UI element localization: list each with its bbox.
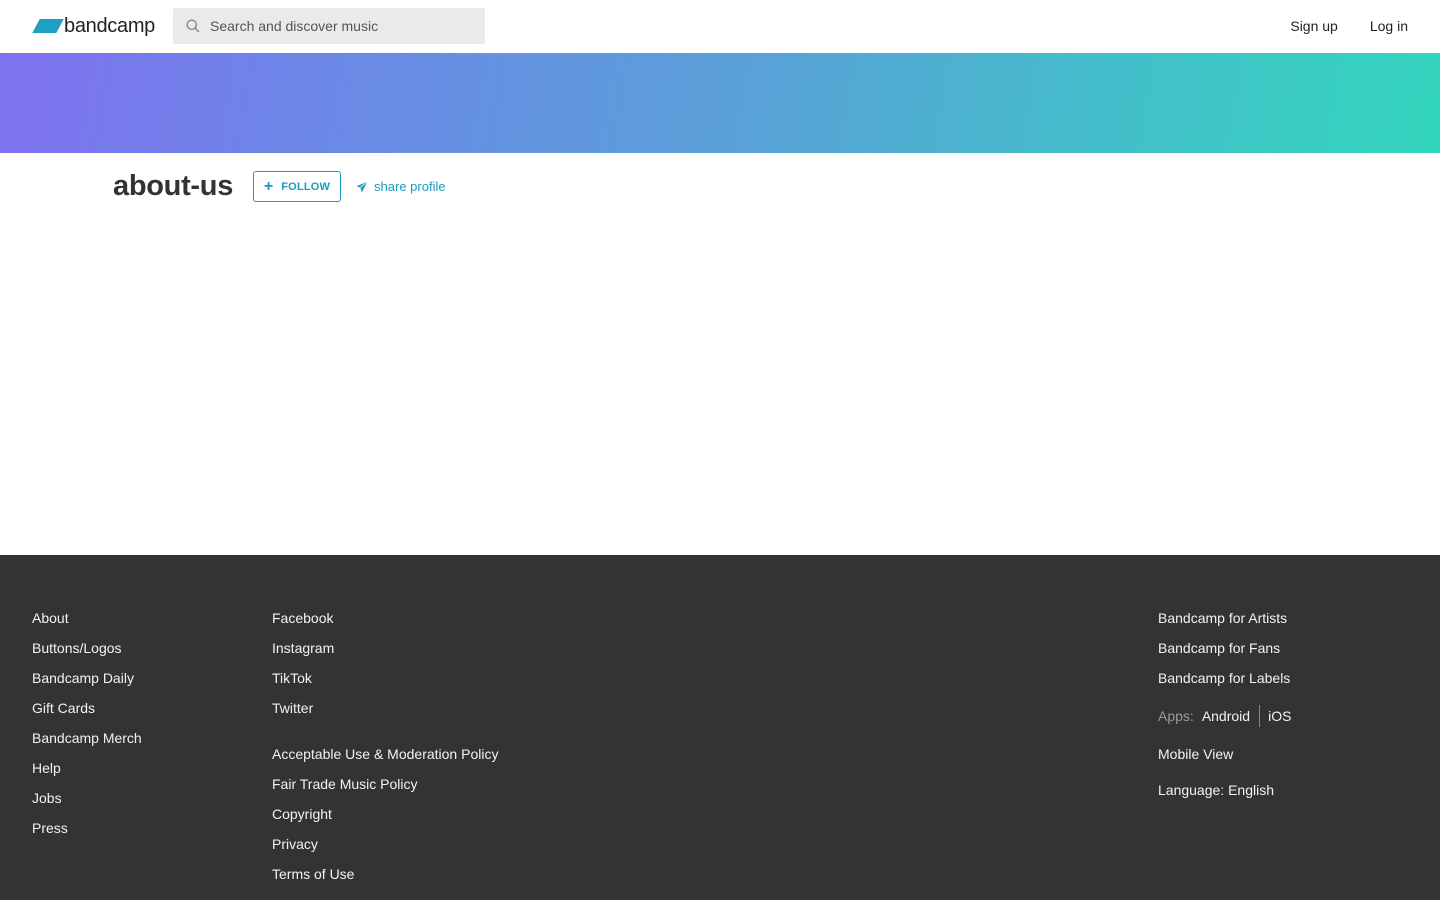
- footer-link-bandcamp-daily[interactable]: Bandcamp Daily: [32, 668, 142, 698]
- footer-link-acceptable-use[interactable]: Acceptable Use & Moderation Policy: [272, 744, 498, 774]
- footer-link-jobs[interactable]: Jobs: [32, 788, 142, 818]
- paper-plane-icon: [356, 180, 368, 193]
- footer-link-privacy[interactable]: Privacy: [272, 834, 498, 864]
- apps-links: Apps: Android iOS: [1158, 704, 1291, 728]
- auth-links: Sign up Log in: [1290, 18, 1408, 34]
- footer-link-terms[interactable]: Terms of Use: [272, 864, 498, 894]
- logo-text: bandcamp: [64, 14, 155, 37]
- site-footer: About Buttons/Logos Bandcamp Daily Gift …: [0, 555, 1440, 900]
- follow-label: FOLLOW: [281, 180, 331, 193]
- footer-link-facebook[interactable]: Facebook: [272, 608, 498, 638]
- mobile-view-link[interactable]: Mobile View: [1158, 744, 1291, 774]
- apps-ios-link[interactable]: iOS: [1268, 706, 1291, 726]
- footer-link-bandcamp-merch[interactable]: Bandcamp Merch: [32, 728, 142, 758]
- search-icon: [186, 19, 200, 33]
- plus-icon: +: [263, 177, 274, 195]
- footer-link-twitter[interactable]: Twitter: [272, 698, 498, 728]
- apps-divider: [1259, 705, 1261, 727]
- bandcamp-logo[interactable]: bandcamp: [32, 14, 155, 38]
- profile-banner: [0, 53, 1440, 153]
- share-label: share profile: [374, 179, 446, 194]
- signup-link[interactable]: Sign up: [1290, 18, 1337, 34]
- profile-name: about-us: [113, 170, 234, 202]
- apps-android-link[interactable]: Android: [1202, 706, 1250, 726]
- login-link[interactable]: Log in: [1370, 18, 1408, 34]
- footer-link-help[interactable]: Help: [32, 758, 142, 788]
- footer-link-gift-cards[interactable]: Gift Cards: [32, 698, 142, 728]
- footer-spacer: [272, 728, 498, 744]
- footer-link-for-artists[interactable]: Bandcamp for Artists: [1158, 608, 1291, 638]
- bandcamp-logo-icon: [32, 19, 64, 33]
- footer-link-about[interactable]: About: [32, 608, 142, 638]
- footer-link-buttons-logos[interactable]: Buttons/Logos: [32, 638, 142, 668]
- footer-link-for-fans[interactable]: Bandcamp for Fans: [1158, 638, 1291, 668]
- footer-link-for-labels[interactable]: Bandcamp for Labels: [1158, 668, 1291, 698]
- search-input[interactable]: [210, 18, 470, 34]
- footer-link-tiktok[interactable]: TikTok: [272, 668, 498, 698]
- footer-column-audiences: Bandcamp for Artists Bandcamp for Fans B…: [1158, 608, 1291, 800]
- search-box[interactable]: [173, 8, 485, 44]
- site-header: bandcamp Sign up Log in: [0, 0, 1440, 53]
- follow-button[interactable]: + FOLLOW: [253, 171, 342, 202]
- footer-link-copyright[interactable]: Copyright: [272, 804, 498, 834]
- share-profile-link[interactable]: share profile: [356, 179, 446, 194]
- footer-column-company: About Buttons/Logos Bandcamp Daily Gift …: [32, 608, 142, 848]
- profile-header: about-us + FOLLOW share profile: [113, 170, 446, 203]
- footer-link-press[interactable]: Press: [32, 818, 142, 848]
- footer-link-fair-trade[interactable]: Fair Trade Music Policy: [272, 774, 498, 804]
- apps-label: Apps:: [1158, 708, 1194, 724]
- footer-link-instagram[interactable]: Instagram: [272, 638, 498, 668]
- language-selector[interactable]: Language: English: [1158, 780, 1291, 800]
- footer-column-social-policy: Facebook Instagram TikTok Twitter Accept…: [272, 608, 498, 894]
